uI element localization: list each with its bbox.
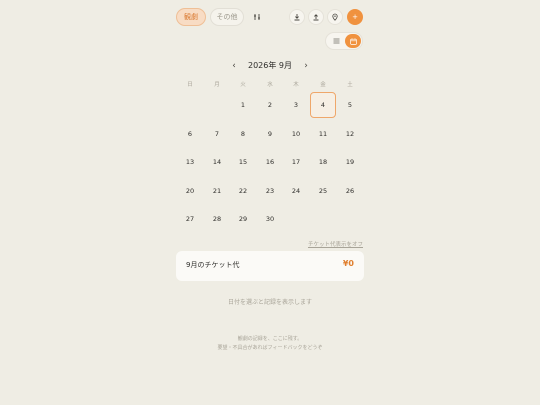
empty-hint: 日付を選ぶと記録を表示します bbox=[227, 299, 312, 306]
add-button[interactable]: + bbox=[347, 9, 363, 25]
calendar-day[interactable]: 18 bbox=[310, 149, 336, 175]
ticket-display-toggle[interactable]: チケット代表示をオフ bbox=[308, 240, 363, 248]
calendar-day[interactable]: 28 bbox=[204, 206, 230, 232]
weekday-tue: 火 bbox=[240, 82, 246, 88]
filter-icon[interactable] bbox=[249, 9, 265, 25]
calendar-day[interactable]: 7 bbox=[204, 121, 230, 147]
map-pin-icon[interactable] bbox=[327, 9, 343, 25]
calendar-day[interactable]: 20 bbox=[177, 178, 203, 204]
tab-theater[interactable]: 観劇 bbox=[176, 8, 206, 26]
calendar-day[interactable]: 13 bbox=[177, 149, 203, 175]
calendar-day[interactable]: 12 bbox=[337, 121, 363, 147]
weekday-mon: 月 bbox=[214, 82, 220, 88]
weekday-sun: 日 bbox=[187, 82, 193, 88]
calendar-grid: 1 2 3 4 5 6 7 8 9 10 11 12 13 14 15 16 17 18 19 20 21 22 23 24 2… bbox=[176, 92, 364, 234]
month-title: 2026年 9月 bbox=[248, 61, 292, 70]
ticket-cost-amount: ¥0 bbox=[342, 259, 354, 268]
calendar-day[interactable]: 29 bbox=[230, 206, 256, 232]
ticket-cost-card: 9月のチケット代 ¥0 bbox=[176, 251, 364, 281]
calendar-day[interactable]: 10 bbox=[283, 121, 309, 147]
calendar-day[interactable]: 19 bbox=[337, 149, 363, 175]
calendar-icon bbox=[349, 37, 357, 45]
weekday-thu: 木 bbox=[293, 82, 299, 88]
calendar-day[interactable]: 14 bbox=[204, 149, 230, 175]
calendar-day[interactable]: 1 bbox=[230, 92, 256, 118]
list-view-button[interactable] bbox=[328, 34, 344, 48]
weekday-fri: 金 bbox=[320, 82, 326, 88]
footer-feedback-link[interactable]: 要望・不具合があればフィードバックをどうぞ bbox=[176, 344, 364, 353]
next-month-button[interactable]: › bbox=[300, 60, 312, 72]
calendar-day[interactable]: 27 bbox=[177, 206, 203, 232]
calendar-day-today[interactable]: 4 bbox=[310, 92, 336, 118]
view-toggle bbox=[325, 32, 363, 50]
calendar-day[interactable]: 26 bbox=[337, 178, 363, 204]
upload-icon[interactable] bbox=[308, 9, 324, 25]
tab-other[interactable]: その他 bbox=[210, 8, 244, 26]
month-navigation: ‹ 2026年 9月 › bbox=[176, 60, 364, 72]
calendar-day[interactable]: 17 bbox=[283, 149, 309, 175]
calendar-view-button[interactable] bbox=[345, 34, 361, 48]
weekday-header: 日 月 火 水 木 金 土 bbox=[176, 80, 364, 90]
weekday-wed: 水 bbox=[267, 82, 273, 88]
calendar-day[interactable]: 16 bbox=[257, 149, 283, 175]
calendar-day[interactable]: 11 bbox=[310, 121, 336, 147]
calendar-day[interactable]: 8 bbox=[230, 121, 256, 147]
top-toolbar: 観劇 その他 + bbox=[176, 8, 364, 26]
calendar-day[interactable]: 23 bbox=[257, 178, 283, 204]
calendar-day[interactable]: 5 bbox=[337, 92, 363, 118]
calendar-day[interactable]: 21 bbox=[204, 178, 230, 204]
calendar-day[interactable]: 25 bbox=[310, 178, 336, 204]
calendar-day[interactable]: 2 bbox=[257, 92, 283, 118]
footer: 観劇の記録を、ここに残す。 要望・不具合があればフィードバックをどうぞ bbox=[176, 335, 364, 353]
calendar-day[interactable]: 24 bbox=[283, 178, 309, 204]
calendar-day[interactable]: 22 bbox=[230, 178, 256, 204]
footer-tagline: 観劇の記録を、ここに残す。 bbox=[237, 336, 303, 342]
list-icon bbox=[333, 38, 339, 44]
calendar-day[interactable]: 15 bbox=[230, 149, 256, 175]
calendar-day[interactable]: 6 bbox=[177, 121, 203, 147]
download-icon[interactable] bbox=[289, 9, 305, 25]
ticket-cost-label: 9月のチケット代 bbox=[186, 261, 240, 269]
calendar-day[interactable]: 3 bbox=[283, 92, 309, 118]
weekday-sat: 土 bbox=[347, 82, 353, 88]
calendar-day[interactable]: 30 bbox=[257, 206, 283, 232]
plus-icon: + bbox=[352, 12, 358, 21]
calendar-day[interactable]: 9 bbox=[257, 121, 283, 147]
